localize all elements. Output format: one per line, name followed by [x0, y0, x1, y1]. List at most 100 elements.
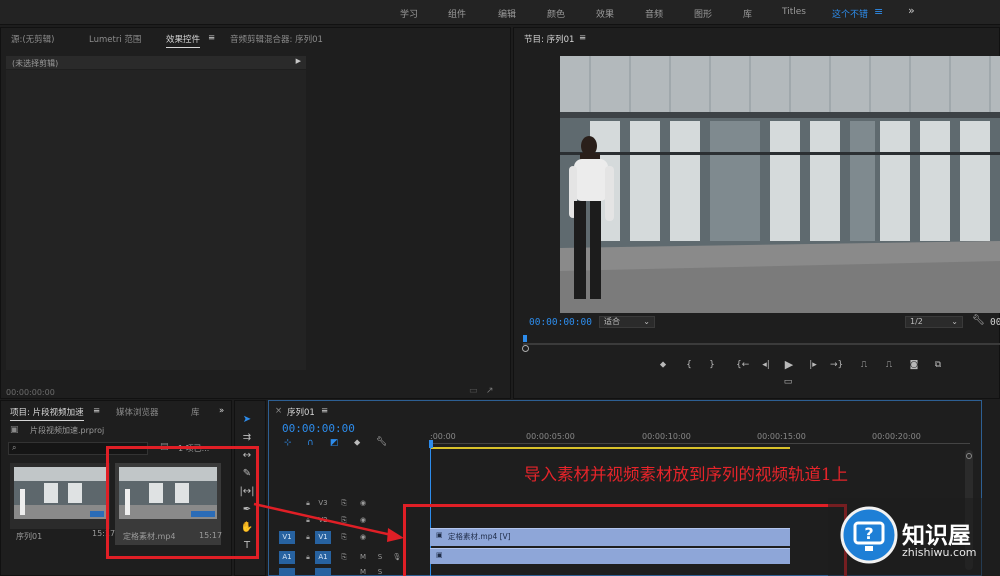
ruler-label: 00:00:20:00 [872, 432, 921, 441]
program-video-frame[interactable] [560, 56, 1000, 313]
highlight-box-timeline [403, 504, 847, 576]
tab-audio-clip-mixer[interactable]: 音频剪辑混合器: 序列01 [230, 33, 323, 45]
tab-media-browser[interactable]: 媒体浏览器 [116, 406, 159, 418]
workspace-audio[interactable]: 音频 [645, 7, 663, 20]
program-scrub-bar[interactable] [523, 343, 1000, 345]
program-timecode[interactable]: 00:00:00:00 [529, 317, 592, 328]
timeline-playhead[interactable] [429, 440, 433, 448]
project-item-sequence[interactable] [10, 463, 110, 529]
compare-view-icon[interactable]: ⧉ [932, 360, 944, 370]
workspace-editing[interactable]: 编辑 [498, 7, 516, 20]
extract-icon[interactable]: ⎍ [883, 360, 895, 370]
snap-icon[interactable]: ∩ [307, 438, 314, 448]
lift-icon[interactable]: ⎍ [858, 360, 870, 370]
svg-text:?: ? [864, 524, 873, 543]
timeline-tabbar: × 序列01 ≡ [269, 401, 981, 421]
solo-button[interactable]: S [372, 566, 388, 576]
nest-icon[interactable]: ⊹ [284, 438, 292, 448]
ruler-label: 00:00:05:00 [526, 432, 575, 441]
mark-in-icon[interactable]: { [683, 360, 695, 370]
export-icon[interactable]: ↗ [486, 386, 494, 396]
workspace-graphics[interactable]: 图形 [694, 7, 712, 20]
scroll-handle[interactable] [966, 453, 972, 459]
effect-controls-timecode: 00:00:00:00 [6, 388, 55, 397]
mute-button[interactable]: M [355, 551, 371, 564]
program-playhead[interactable] [523, 335, 527, 342]
add-marker-icon[interactable]: ⬥ [354, 438, 360, 448]
video-frame-image [560, 56, 1000, 313]
expand-arrow-icon[interactable]: ▶ [296, 57, 301, 65]
project-file-name: 片段视频加速.prproj [30, 426, 105, 435]
zoom-handle-icon[interactable] [522, 345, 529, 352]
resolution-select-value: 1/2 [910, 317, 923, 326]
track-lock-icon[interactable] [300, 568, 316, 576]
tab-menu-icon[interactable]: ≡ [208, 33, 215, 43]
mark-out-icon[interactable]: } [706, 360, 718, 370]
wrench-icon[interactable]: 🔧︎ [972, 315, 985, 326]
watermark-brand: 知识屋 [902, 523, 971, 549]
source-patch-a2[interactable] [279, 568, 295, 576]
program-monitor-title[interactable]: 节目: 序列01 [524, 33, 574, 45]
workspace-overflow-icon[interactable]: » [908, 4, 915, 17]
go-to-out-icon[interactable]: →} [830, 360, 843, 370]
workspace-effects[interactable]: 效果 [596, 7, 614, 20]
program-duration: 00 [990, 317, 1000, 328]
export-frame-icon[interactable]: ◙ [908, 360, 920, 370]
project-item-sequence-name: 序列01 [16, 532, 43, 541]
tab-libraries[interactable]: 库 [191, 406, 200, 418]
tab-timeline-sequence[interactable]: 序列01 [287, 406, 315, 418]
ruler-label: :00:00 [430, 432, 456, 441]
add-marker-icon[interactable]: ⬥ [657, 360, 669, 370]
fit-select-value: 适合 [604, 317, 620, 326]
filter-icon[interactable]: ▭ [469, 386, 478, 396]
fit-select[interactable]: 适合 ⌄ [599, 316, 655, 328]
linked-selection-icon[interactable]: ◩ [330, 438, 339, 448]
panel-overflow-icon[interactable]: » [219, 406, 224, 416]
mute-button[interactable]: M [355, 566, 371, 576]
thumbnail-image [14, 467, 106, 519]
step-forward-icon[interactable]: |▸ [807, 360, 819, 370]
workspace-titles[interactable]: Titles [782, 7, 806, 17]
tab-source[interactable]: 源:(无剪辑) [11, 33, 55, 45]
search-icon: ⌕ [12, 443, 17, 452]
project-menu-icon[interactable]: ≡ [93, 406, 100, 416]
workspace-menu-icon[interactable]: ≡ [874, 5, 883, 18]
track-lock-icon[interactable]: 🔒︎ [300, 551, 316, 564]
workspace-learning[interactable]: 学习 [400, 7, 418, 20]
source-patch-a1[interactable]: A1 [279, 551, 295, 564]
play-icon[interactable]: ▶ [783, 358, 795, 371]
tab-effect-controls[interactable]: 效果控件 [166, 33, 201, 48]
track-select-tool-icon[interactable]: ⇉ [239, 430, 255, 446]
workspace-custom[interactable]: 这个不错 [832, 7, 868, 20]
tutorial-annotation: 导入素材并视频素材放到序列的视频轨道1上 [524, 465, 848, 484]
timeline-timecode[interactable]: 00:00:00:00 [282, 422, 355, 435]
project-file-icon: ▣ [10, 425, 19, 435]
button-editor-icon[interactable]: ▭ [782, 377, 794, 387]
close-icon[interactable]: × [275, 406, 282, 416]
project-tabbar: 项目: 片段视频加速 ≡ 媒体浏览器 库 » [1, 401, 231, 421]
track-label-a1[interactable]: A1 [315, 551, 331, 564]
ruler-label: 00:00:10:00 [642, 432, 691, 441]
workspace-color[interactable]: 颜色 [547, 7, 565, 20]
tab-project[interactable]: 项目: 片段视频加速 [10, 406, 84, 421]
wrench-icon[interactable]: 🔧︎ [376, 437, 387, 447]
work-area-bar[interactable] [430, 447, 790, 449]
tab-lumetri-scopes[interactable]: Lumetri 范围 [89, 33, 141, 45]
go-to-in-icon[interactable]: {← [736, 360, 749, 370]
track-label-a2[interactable] [315, 568, 331, 576]
step-back-icon[interactable]: ◂| [760, 360, 772, 370]
resolution-select[interactable]: 1/2 ⌄ [905, 316, 963, 328]
highlight-box-project [106, 446, 259, 559]
ruler-ticks [430, 443, 970, 444]
workspace-bar: 学习 组件 编辑 颜色 效果 音频 图形 库 Titles 这个不错 ≡ » [0, 0, 1000, 25]
workspace-assembly[interactable]: 组件 [448, 7, 466, 20]
program-menu-icon[interactable]: ≡ [579, 33, 586, 43]
selection-tool-icon[interactable]: ➤ [239, 412, 255, 428]
ruler-label: 00:00:15:00 [757, 432, 806, 441]
watermark: ? 知识屋 zhishiwu.com [828, 498, 1000, 576]
chevron-down-icon: ⌄ [951, 317, 958, 326]
track-sync-icon[interactable]: ⎘ [336, 551, 352, 564]
solo-button[interactable]: S [372, 551, 388, 564]
workspace-libraries[interactable]: 库 [743, 7, 752, 20]
timeline-menu-icon[interactable]: ≡ [321, 406, 328, 416]
